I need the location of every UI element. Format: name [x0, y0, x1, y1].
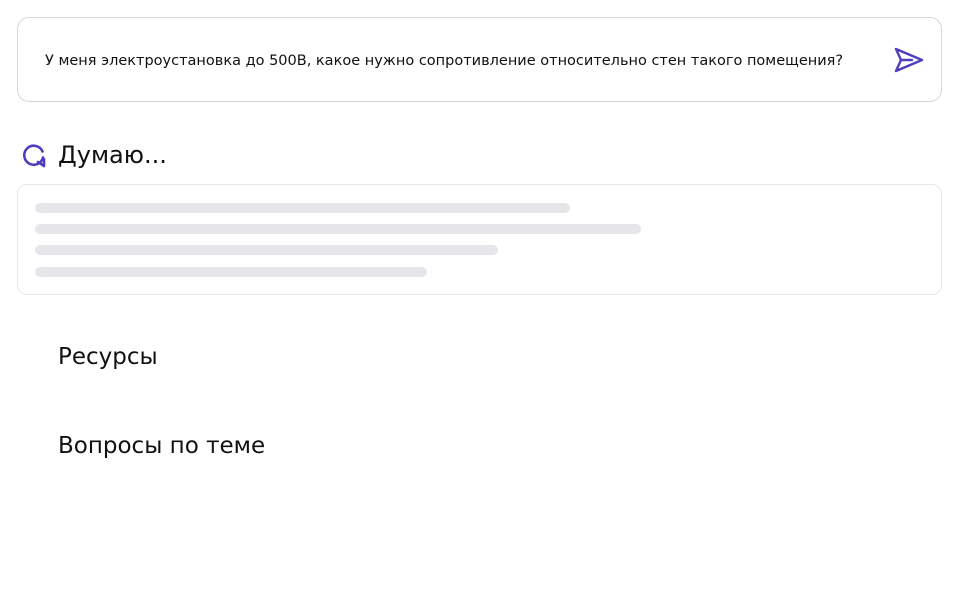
skeleton-line	[35, 267, 427, 277]
related-questions-title: Вопросы по теме	[58, 433, 266, 459]
query-text: У меня электроустановка до 500В, какое н…	[45, 53, 844, 69]
send-icon	[894, 47, 924, 73]
answer-skeleton	[17, 184, 942, 295]
loading-refresh-icon	[20, 141, 48, 169]
skeleton-line	[35, 203, 570, 213]
send-button[interactable]	[893, 46, 925, 74]
query-box[interactable]: У меня электроустановка до 500В, какое н…	[17, 17, 942, 102]
skeleton-line	[35, 224, 641, 234]
resources-title: Ресурсы	[58, 344, 158, 370]
skeleton-line	[35, 245, 498, 255]
thinking-status: Думаю...	[20, 138, 167, 172]
thinking-label: Думаю...	[58, 141, 167, 169]
